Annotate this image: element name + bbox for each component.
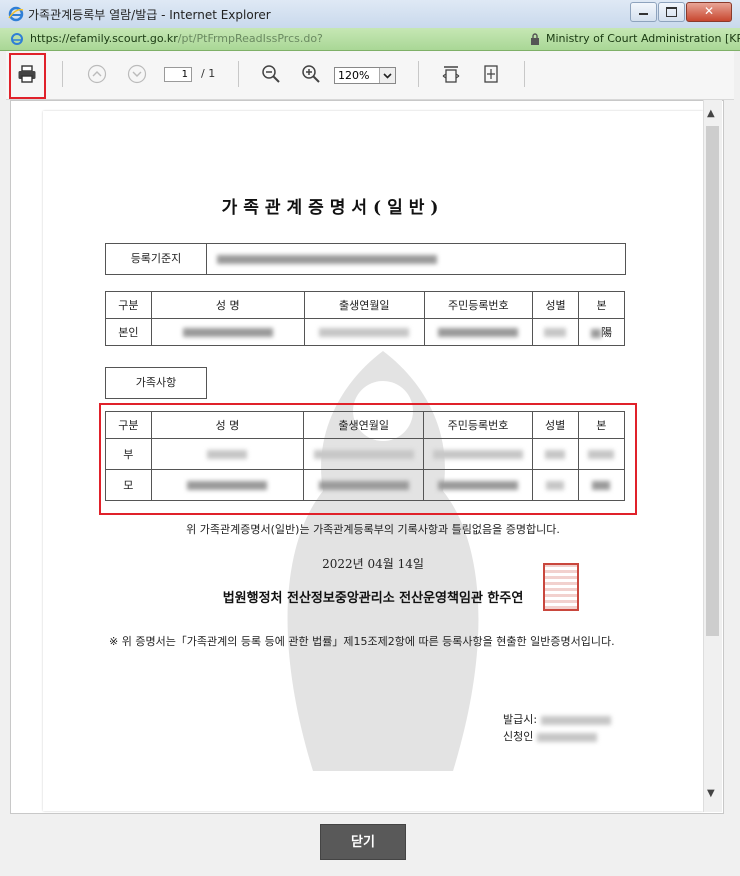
zoom-out-icon	[262, 65, 280, 83]
printer-icon	[18, 65, 36, 83]
legal-note: ※ 위 증명서는「가족관계의 등록 등에 관한 법률」제15조제2항에 따른 등…	[109, 635, 615, 648]
registry-base-value	[205, 243, 626, 275]
chevron-down-icon	[127, 64, 147, 84]
redacted-text	[536, 732, 597, 742]
site-identity[interactable]: Ministry of Court Administration [KR]	[546, 32, 740, 45]
previous-page-button[interactable]	[84, 61, 110, 87]
personal-info-table: 구분 성 명 출생연월일 주민등록번호 성별 본 본인 陽	[105, 291, 625, 346]
page-number-input[interactable]: 1	[164, 67, 192, 82]
vertical-scrollbar[interactable]: ▲ ▼	[703, 100, 722, 812]
document-viewer[interactable]: 가족관계증명서(일반) 등록기준지 구분 성 명 출생연월일 주민등록번호 성별…	[10, 100, 724, 814]
maximize-button[interactable]	[658, 2, 685, 22]
window-title: 가족관계등록부 열람/발급 - Internet Explorer	[28, 8, 271, 22]
column-header: 출생연월일	[303, 291, 425, 319]
maximize-icon	[666, 7, 677, 17]
url-host: https://efamily.scourt.go.kr	[30, 32, 178, 45]
zoom-in-icon	[302, 65, 320, 83]
url-text[interactable]: https://efamily.scourt.go.kr/pt/PtFrmpRe…	[30, 32, 323, 45]
dropdown-arrow-icon	[379, 68, 395, 83]
redacted-text	[217, 255, 437, 264]
zoom-select[interactable]: 120%	[334, 67, 396, 84]
row-label: 본인	[105, 318, 152, 346]
window-title-bar: 가족관계등록부 열람/발급 - Internet Explorer ✕	[0, 0, 740, 29]
internet-explorer-icon	[8, 6, 24, 22]
family-section-label: 가족사항	[105, 367, 207, 399]
address-bar[interactable]: https://efamily.scourt.go.kr/pt/PtFrmpRe…	[0, 28, 740, 51]
redacted-cell	[423, 318, 533, 346]
column-header: 성별	[531, 291, 580, 319]
zoom-in-button[interactable]	[298, 61, 324, 87]
document-page: 가족관계증명서(일반) 등록기준지 구분 성 명 출생연월일 주민등록번호 성별…	[43, 111, 703, 811]
scroll-thumb[interactable]	[706, 126, 719, 636]
toolbar-separator	[418, 61, 419, 87]
table-row: 본인 陽	[105, 318, 625, 346]
applicant-row: 신청인	[503, 728, 611, 745]
lock-icon	[531, 33, 539, 45]
url-path: /pt/PtFrmpReadIssPrcs.do?	[177, 32, 323, 45]
column-header: 주민등록번호	[423, 291, 533, 319]
page-total: / 1	[201, 67, 216, 80]
minimize-button[interactable]	[630, 2, 657, 22]
origin-cell: 陽	[578, 318, 625, 346]
toolbar-separator	[524, 61, 525, 87]
internet-explorer-page-icon	[11, 33, 23, 45]
certification-text: 위 가족관계증명서(일반)는 가족관계등록부의 기록사항과 틀림없음을 증명합니…	[186, 523, 560, 536]
family-highlight-box	[99, 403, 637, 515]
scroll-down-icon[interactable]: ▼	[707, 788, 715, 799]
applicant-label: 신청인	[503, 730, 534, 743]
column-header: 성 명	[150, 291, 305, 319]
fit-width-icon	[442, 66, 460, 83]
next-page-button[interactable]	[124, 61, 150, 87]
column-header: 본	[578, 291, 625, 319]
toolbar-separator	[238, 61, 239, 87]
viewer-toolbar: 1 / 1 120%	[6, 51, 734, 100]
close-icon: ✕	[703, 4, 715, 18]
table-header-row: 구분 성 명 출생연월일 주민등록번호 성별 본	[105, 291, 625, 319]
issue-date: 2022년 04월 14일	[322, 557, 424, 571]
fit-page-icon	[484, 65, 498, 83]
redacted-text	[540, 715, 611, 725]
issued-by-row: 발급시:	[503, 711, 611, 728]
toolbar-separator	[62, 61, 63, 87]
official-seal	[543, 563, 579, 611]
origin-suffix: 陽	[601, 326, 613, 339]
redacted-cell	[150, 318, 305, 346]
zoom-value: 120%	[338, 69, 370, 82]
zoom-out-button[interactable]	[258, 61, 284, 87]
minimize-icon	[639, 13, 648, 15]
document-title: 가족관계증명서(일반)	[221, 198, 445, 218]
issuer-info: 발급시: 신청인	[503, 711, 611, 745]
scroll-up-icon[interactable]: ▲	[707, 108, 715, 119]
redacted-cell	[303, 318, 425, 346]
redacted-cell	[531, 318, 580, 346]
issuer-name: 법원행정처 전산정보중앙관리소 전산운영책임관 한주연	[222, 591, 524, 606]
close-button[interactable]: 닫기	[320, 824, 406, 860]
fit-page-button[interactable]	[478, 61, 504, 87]
chevron-up-icon	[87, 64, 107, 84]
registry-base-label: 등록기준지	[105, 243, 207, 275]
print-button[interactable]	[14, 61, 40, 87]
issued-by-label: 발급시:	[503, 713, 538, 726]
column-header: 구분	[105, 291, 152, 319]
fit-width-button[interactable]	[438, 61, 464, 87]
close-window-button[interactable]: ✕	[686, 2, 732, 22]
